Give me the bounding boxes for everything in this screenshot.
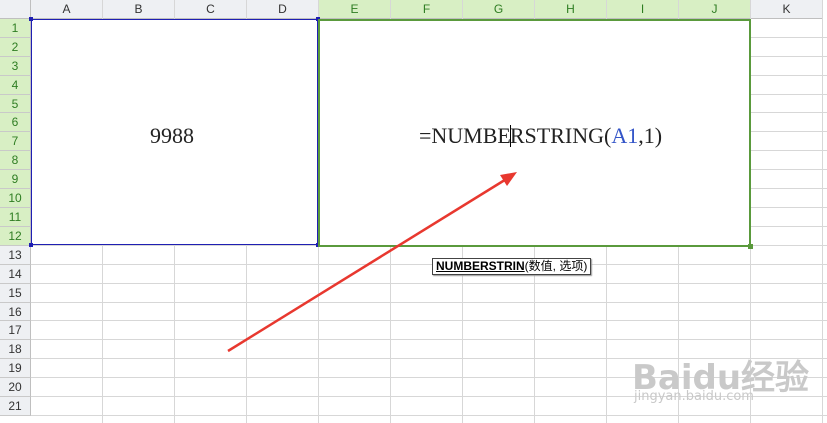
watermark-url: jingyan.baidu.com <box>634 389 754 404</box>
spreadsheet[interactable]: A B C D E F G H I J K 1 2 3 4 5 6 7 8 9 … <box>0 0 827 423</box>
